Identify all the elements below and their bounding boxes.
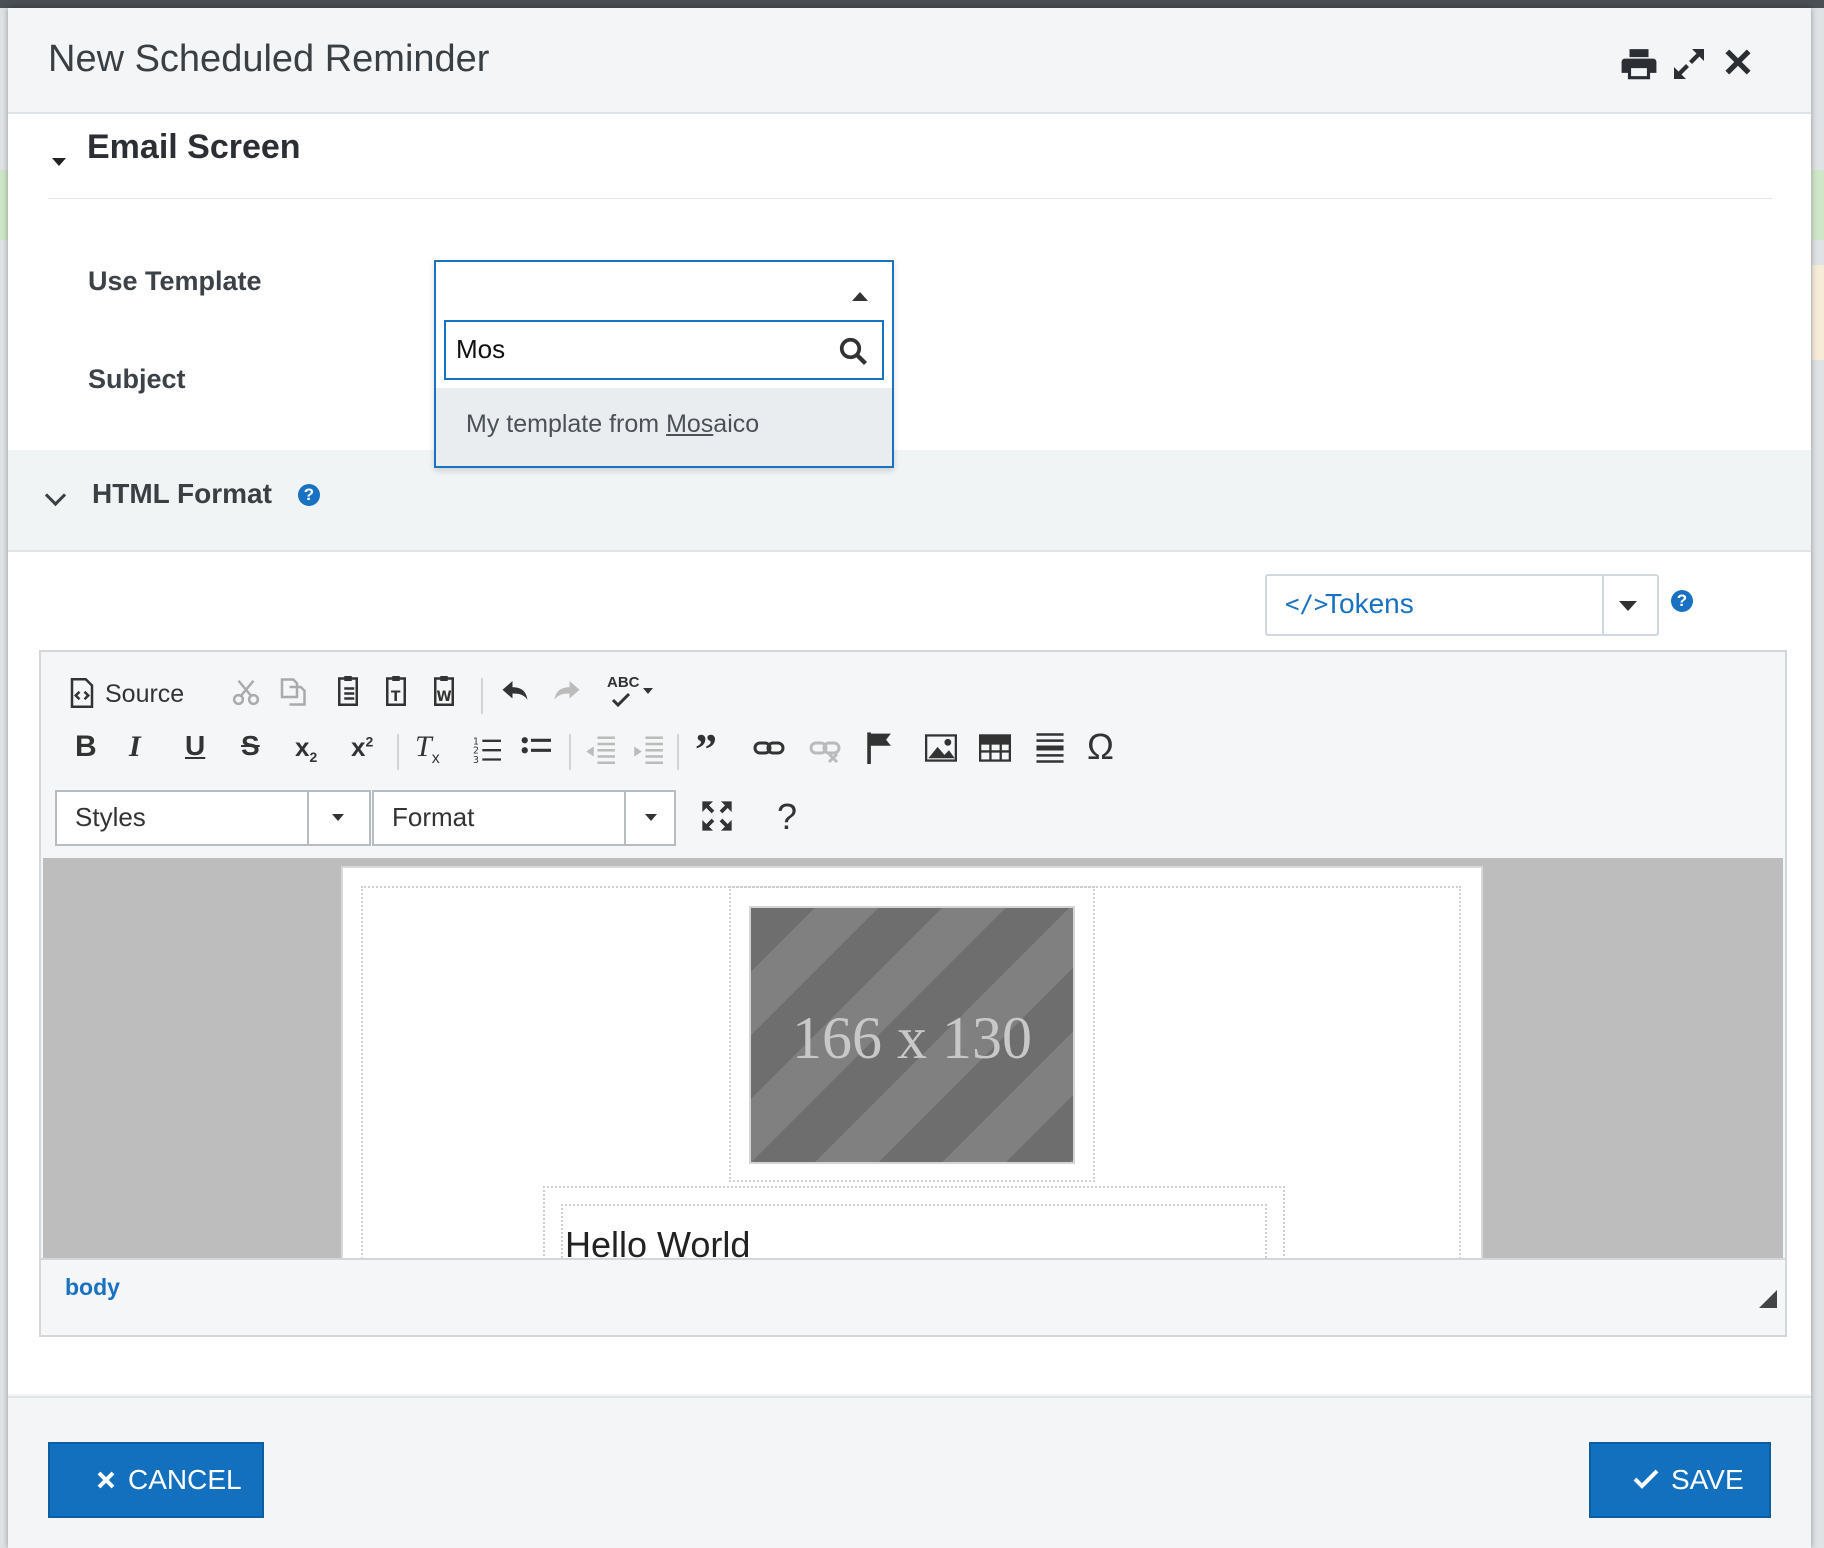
subject-label: Subject	[88, 364, 186, 394]
chevron-down-icon[interactable]	[44, 484, 67, 507]
source-label: Source	[105, 680, 185, 708]
help-icon[interactable]: ?	[298, 484, 320, 506]
link-icon[interactable]	[753, 736, 785, 765]
paste-text-icon[interactable]: T	[381, 674, 411, 713]
template-option-label: My template from Mosaico	[466, 410, 759, 439]
print-icon[interactable]	[1620, 46, 1660, 86]
option-prefix: My template from	[466, 410, 667, 438]
template-search-input[interactable]: Mos	[444, 320, 884, 380]
toolbar-separator	[569, 734, 571, 770]
image-icon[interactable]	[925, 734, 957, 767]
cancel-button[interactable]: CANCEL	[48, 1442, 264, 1518]
option-match: Mos	[666, 410, 714, 438]
checkmark-icon	[1633, 1469, 1659, 1489]
table-icon[interactable]	[979, 734, 1011, 767]
template-select[interactable]: Mos My template from Mosaico	[434, 260, 894, 468]
redo-icon[interactable]	[551, 676, 583, 711]
toolbar-separator	[397, 734, 399, 770]
styles-label: Styles	[75, 802, 146, 832]
styles-dropdown[interactable]: Styles	[55, 790, 371, 846]
save-label: SAVE	[1671, 1464, 1744, 1495]
top-bar	[0, 0, 1824, 8]
rich-text-editor: Source T W ABC B I U S x2 x2 Tx 1 2 3 ” …	[39, 650, 1787, 1337]
paste-icon[interactable]	[333, 674, 363, 713]
unlink-icon[interactable]	[809, 736, 841, 769]
editor-status-bar: body	[41, 1258, 1785, 1322]
image-placeholder-label: 166 x 130	[792, 1005, 1032, 1071]
search-value: Mos	[456, 334, 506, 364]
use-template-label: Use Template	[88, 266, 262, 296]
content-text[interactable]: Hello World	[565, 1224, 750, 1258]
format-label: Format	[392, 802, 475, 832]
cancel-label: CANCEL	[128, 1464, 242, 1495]
dialog-header: New Scheduled Reminder	[8, 8, 1811, 114]
image-placeholder[interactable]: 166 x 130	[749, 906, 1075, 1164]
bold-button[interactable]: B	[75, 730, 97, 764]
tokens-split	[1602, 576, 1604, 634]
background-strip	[1812, 265, 1824, 360]
superscript-button[interactable]: x2	[351, 732, 373, 763]
editor-content-area[interactable]: 166 x 130 Hello World	[43, 858, 1783, 1258]
close-icon	[97, 1471, 115, 1489]
search-icon	[839, 337, 868, 366]
dialog-title: New Scheduled Reminder	[48, 38, 490, 80]
indent-icon[interactable]	[633, 734, 663, 769]
paste-word-icon[interactable]: W	[429, 674, 459, 713]
svg-text:W: W	[437, 689, 452, 705]
caret-up-icon[interactable]	[852, 292, 868, 301]
help-button[interactable]: ?	[777, 796, 797, 838]
toolbar-separator	[677, 734, 679, 770]
background-strip	[1812, 170, 1824, 240]
tokens-label: Tokens	[1325, 588, 1414, 619]
bulleted-list-icon[interactable]	[521, 734, 551, 769]
caret-down-icon	[645, 814, 657, 821]
reminder-dialog: New Scheduled Reminder Email Screen Use …	[8, 8, 1811, 1548]
subscript-button[interactable]: x2	[295, 732, 317, 765]
underline-button[interactable]: U	[185, 730, 205, 762]
remove-format-button[interactable]: Tx	[415, 730, 440, 768]
italic-button[interactable]: I	[129, 730, 141, 764]
format-dropdown[interactable]: Format	[372, 790, 676, 846]
svg-text:3: 3	[473, 755, 479, 764]
template-option[interactable]: My template from Mosaico	[436, 388, 892, 466]
outdent-icon[interactable]	[585, 734, 615, 769]
tokens-help-icon[interactable]: ?	[1671, 590, 1693, 612]
maximize-icon[interactable]	[701, 800, 733, 837]
section-divider	[48, 198, 1772, 199]
option-suffix: aico	[713, 410, 760, 438]
spellcheck-button[interactable]: ABC	[607, 674, 657, 710]
html-format-label: HTML Format	[92, 478, 272, 509]
section-title[interactable]: Email Screen	[87, 128, 301, 167]
html-format-header[interactable]: HTML Format ?	[8, 450, 1811, 552]
collapse-caret-icon[interactable]	[52, 158, 66, 166]
copy-icon[interactable]	[277, 676, 307, 713]
code-icon: </>	[1285, 590, 1329, 618]
horizontal-rule-icon[interactable]	[1035, 732, 1065, 769]
caret-down-icon	[332, 814, 344, 821]
blockquote-icon[interactable]: ”	[695, 724, 717, 775]
element-path[interactable]: body	[65, 1274, 120, 1301]
undo-icon[interactable]	[499, 676, 531, 711]
email-page: 166 x 130 Hello World	[341, 866, 1483, 1258]
tokens-dropdown[interactable]: </> Tokens	[1265, 574, 1659, 636]
cut-icon[interactable]	[231, 676, 261, 713]
caret-down-icon[interactable]	[1619, 601, 1637, 611]
background-strip	[0, 170, 8, 240]
close-icon[interactable]	[1722, 46, 1762, 86]
svg-text:T: T	[391, 689, 401, 705]
strikethrough-button[interactable]: S	[241, 730, 260, 762]
save-button[interactable]: SAVE	[1589, 1442, 1771, 1518]
resize-handle-icon[interactable]	[1759, 1290, 1777, 1308]
special-char-icon[interactable]: Ω	[1087, 726, 1114, 768]
expand-icon[interactable]	[1671, 46, 1711, 86]
caret-down-icon	[643, 688, 653, 694]
numbered-list-icon[interactable]: 123	[473, 734, 501, 769]
source-button[interactable]: Source	[69, 674, 209, 714]
combo-split	[624, 792, 626, 844]
spellcheck-label: ABC	[607, 674, 640, 691]
toolbar-separator	[481, 678, 483, 714]
anchor-flag-icon[interactable]	[865, 730, 895, 769]
combo-split	[307, 792, 309, 844]
dialog-footer: CANCEL SAVE	[8, 1396, 1811, 1548]
